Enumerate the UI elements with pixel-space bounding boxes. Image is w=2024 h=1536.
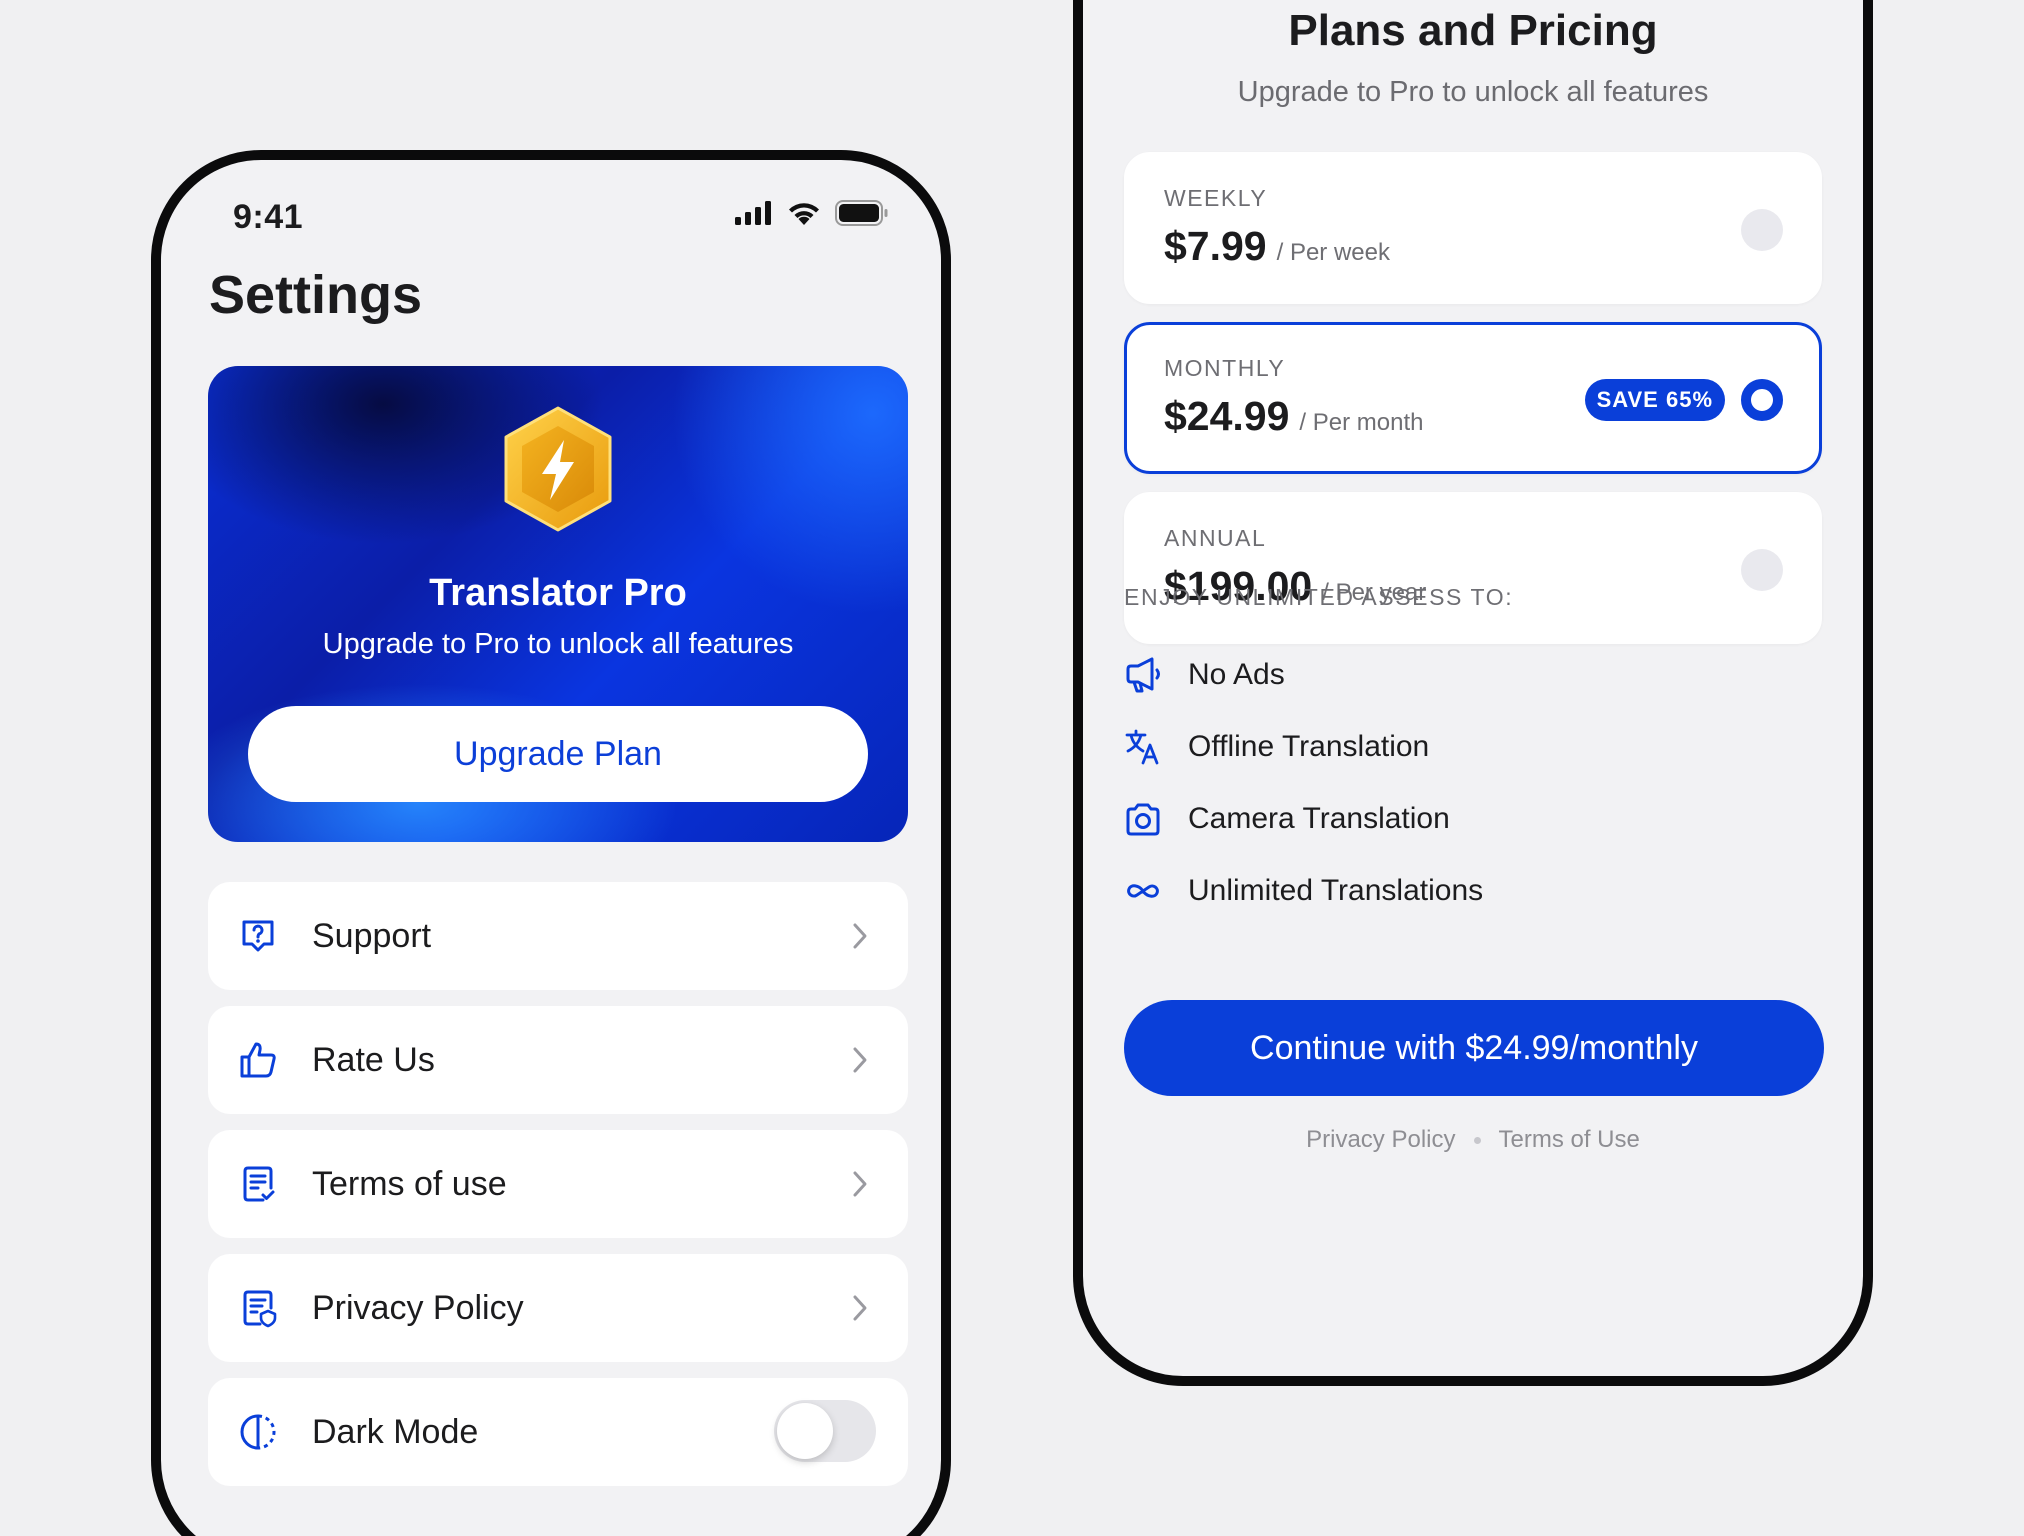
contrast-icon [240,1414,276,1450]
plan-radio[interactable] [1741,209,1783,251]
save-badge: SAVE 65% [1584,379,1725,421]
feature-item-unlimited-translations: Unlimited Translations [1124,866,1724,916]
plan-period: MONTHLY [1164,355,1286,381]
plan-card-weekly[interactable]: WEEKLY $7.99 / Per week [1124,152,1822,304]
feature-item-offline-translation: Offline Translation [1124,722,1724,772]
menu-item-dark-mode: Dark Mode [208,1378,908,1486]
pro-upgrade-card: Translator Pro Upgrade to Pro to unlock … [208,366,908,842]
feature-label: Unlimited Translations [1188,874,1484,907]
menu-label-privacy-policy: Privacy Policy [312,1289,524,1327]
camera-icon [1126,803,1160,836]
plan-price: $24.99 [1164,393,1290,439]
chevron-right-icon [853,923,867,949]
feature-label: Camera Translation [1188,802,1450,835]
document-shield-icon [243,1290,277,1328]
megaphone-icon [1126,657,1160,693]
feature-item-camera-translation: Camera Translation [1124,794,1724,844]
menu-item-rate-us[interactable]: Rate Us [208,1006,908,1114]
chevron-right-icon [853,1295,867,1321]
document-check-icon [243,1166,275,1202]
feature-label: Offline Translation [1188,730,1430,763]
plan-period: ANNUAL [1164,525,1267,551]
status-bar: 9:41 [161,160,941,270]
status-icons [735,200,889,226]
infinity-icon [1127,884,1159,898]
plan-per: / Per month [1299,409,1424,436]
promo-title: Translator Pro [429,572,687,614]
feature-item-no-ads: No Ads [1124,650,1724,700]
help-chat-icon [242,920,274,952]
toggle-knob [777,1403,833,1459]
upgrade-plan-button[interactable]: Upgrade Plan [248,706,868,802]
menu-label-rate-us: Rate Us [312,1041,435,1079]
pricing-phone: Plans and Pricing Upgrade to Pro to unlo… [1073,0,1873,1386]
dark-mode-toggle[interactable] [774,1400,876,1462]
menu-item-privacy-policy[interactable]: Privacy Policy [208,1254,908,1362]
plan-radio-selected[interactable] [1741,379,1783,421]
plan-period: WEEKLY [1164,185,1268,211]
promo-subtitle: Upgrade to Pro to unlock all features [322,628,794,660]
plan-card-annual[interactable]: ANNUAL $199.00 / Per year [1124,492,1822,644]
cellular-signal-icon [735,201,771,225]
menu-label-support: Support [312,917,432,955]
features-heading: ENJOY UNLIMITED ASSESS TO: [1124,584,1514,610]
plan-price-row: $7.99 / Per week [1164,223,1390,270]
chevron-right-icon [853,1171,867,1197]
plan-per: / Per week [1276,239,1390,266]
thumbs-up-icon [240,1042,276,1078]
terms-of-use-link[interactable]: Terms of Use [1499,1126,1640,1154]
plan-price-row: $24.99 / Per month [1164,393,1423,440]
continue-button[interactable]: Continue with $24.99/monthly [1124,1000,1824,1096]
feature-label: No Ads [1188,658,1285,691]
page-subtitle: Upgrade to Pro to unlock all features [1237,76,1709,108]
plan-card-monthly[interactable]: MONTHLY $24.99 / Per month SAVE 65% [1124,322,1822,474]
settings-phone: 9:41 Settings Translator Pro Upgrade to … [151,150,951,1536]
page-title: Settings [209,265,423,325]
footer-links: Privacy Policy Terms of Use [1083,1126,1863,1154]
chevron-right-icon [853,1047,867,1073]
menu-item-terms-of-use[interactable]: Terms of use [208,1130,908,1238]
menu-label-terms-of-use: Terms of use [312,1165,507,1203]
translate-icon [1125,729,1159,765]
wifi-icon [789,203,819,225]
plan-radio[interactable] [1741,549,1783,591]
lightning-hexagon-badge-icon [504,406,612,532]
status-time: 9:41 [233,198,304,236]
page-title: Plans and Pricing [1288,6,1658,55]
privacy-policy-link[interactable]: Privacy Policy [1306,1126,1455,1154]
separator-dot [1473,1136,1481,1144]
menu-label-dark-mode: Dark Mode [312,1413,479,1451]
menu-item-support[interactable]: Support [208,882,908,990]
plan-price: $7.99 [1164,223,1267,269]
battery-icon [835,200,888,226]
